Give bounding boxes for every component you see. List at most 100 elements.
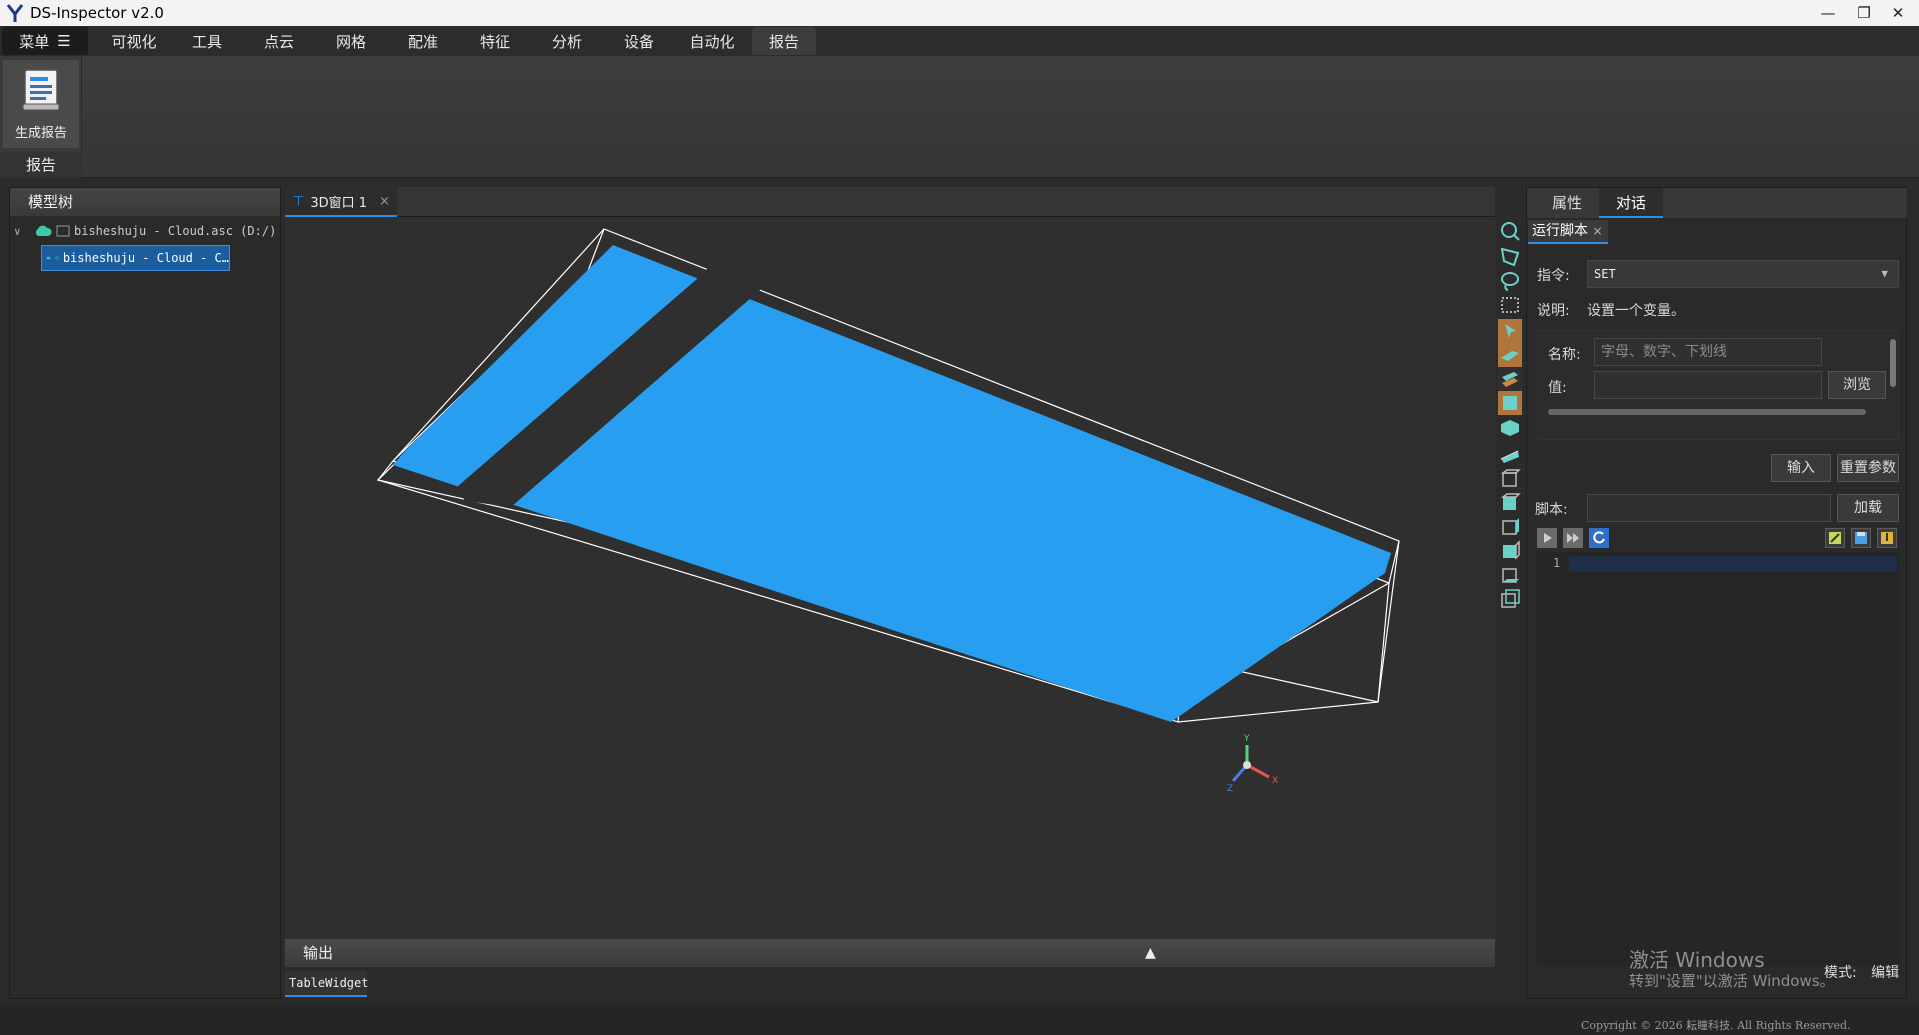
- copyright-text: Copyright © 2026 耘瞳科技. All Rights Reserv…: [1581, 1019, 1851, 1032]
- tab-registration[interactable]: 配准: [388, 27, 458, 55]
- tree-item-child-label: bisheshuju - Cloud - C…: [62, 251, 229, 265]
- tab-dialog[interactable]: 对话: [1599, 188, 1663, 218]
- axis-x-label: X: [1272, 776, 1278, 786]
- left-view-icon[interactable]: [1498, 515, 1522, 539]
- name-label: 名称:: [1548, 347, 1581, 363]
- main-menu-button[interactable]: 菜单 ☰: [2, 27, 88, 55]
- tab-mesh[interactable]: 网格: [316, 27, 386, 55]
- close-subtab-icon[interactable]: ×: [1592, 224, 1602, 238]
- point-cloud-surface: [393, 245, 1391, 722]
- tab-report[interactable]: 报告: [752, 27, 816, 55]
- 3d-viewport[interactable]: Y X Z: [285, 217, 1495, 939]
- chevron-down-icon: ▼: [1881, 267, 1888, 280]
- right-panel-tabs: 属性 对话: [1527, 188, 1907, 218]
- cloud-icon: [35, 225, 52, 236]
- tree-item-child[interactable]: bisheshuju - Cloud - C…: [41, 245, 230, 271]
- bottom-view-icon[interactable]: [1498, 563, 1522, 587]
- right-panel: 属性 对话 运行脚本 × 指令: SET ▼ 说明: 设置一个变量。 名称: 字…: [1526, 187, 1907, 999]
- reset-params-button[interactable]: 重置参数: [1837, 454, 1899, 482]
- value-input[interactable]: [1594, 371, 1822, 399]
- step-icon[interactable]: [1563, 528, 1583, 548]
- script-editor[interactable]: 1: [1537, 552, 1899, 966]
- tree-item-root[interactable]: ∨ bisheshuju - Cloud.asc (D:/): [10, 218, 280, 244]
- output-title: 输出: [303, 944, 334, 962]
- input-button[interactable]: 输入: [1771, 454, 1831, 482]
- tab-properties[interactable]: 属性: [1537, 188, 1597, 218]
- chevron-down-icon[interactable]: ∨: [14, 225, 28, 238]
- output-panel: TableWidget: [285, 967, 1495, 999]
- tab-table-widget[interactable]: TableWidget: [285, 971, 368, 997]
- viewport-tab-bar: ⊤ 3D窗口 1 ×: [285, 187, 1495, 217]
- lasso-select-icon[interactable]: [1498, 269, 1522, 293]
- polygon-select-icon[interactable]: [1498, 245, 1522, 269]
- ribbon: 生成报告 报告: [0, 56, 1919, 178]
- pointer-icon[interactable]: [1498, 319, 1522, 343]
- box-view-icon[interactable]: [1498, 415, 1522, 439]
- expand-triangle-icon[interactable]: ▲: [1145, 939, 1156, 967]
- load-button[interactable]: 加载: [1837, 494, 1899, 522]
- axis-gizmo-icon: Y X Z: [1227, 734, 1278, 794]
- tab-run-script[interactable]: 运行脚本 ×: [1528, 220, 1608, 244]
- run-icon[interactable]: [1537, 528, 1557, 548]
- view-toolbar: [1497, 217, 1523, 677]
- tab-visualization[interactable]: 可视化: [98, 27, 170, 55]
- tab-3d-window-label: 3D窗口 1: [310, 195, 368, 211]
- point-cloud-scene[interactable]: Y X Z: [285, 217, 1495, 939]
- tab-run-script-label: 运行脚本: [1532, 223, 1588, 239]
- mode-value: 编辑: [1871, 965, 1900, 981]
- solid-view-icon[interactable]: [1498, 391, 1522, 415]
- main-menu-label: 菜单: [19, 32, 50, 51]
- rect-select-icon[interactable]: [1498, 293, 1522, 317]
- generate-report-button[interactable]: 生成报告: [3, 60, 79, 148]
- axis-z-label: Z: [1227, 784, 1233, 794]
- report-group-label: 报告: [0, 152, 82, 178]
- script-path-input[interactable]: [1587, 494, 1831, 522]
- title-bar: DS-Inspector v2.0 — ❐ ✕: [0, 0, 1919, 26]
- restore-icon[interactable]: ❐: [1846, 0, 1882, 26]
- tab-tools[interactable]: 工具: [172, 27, 242, 55]
- generate-report-label: 生成报告: [14, 126, 67, 141]
- edit-icon[interactable]: [1825, 528, 1845, 548]
- tab-automation[interactable]: 自动化: [676, 27, 748, 55]
- report-ribbon-group: 生成报告 报告: [0, 56, 82, 178]
- description-label: 说明:: [1537, 303, 1570, 319]
- cloud-icon: [46, 256, 51, 260]
- close-tab-icon[interactable]: ×: [379, 194, 390, 209]
- tree-item-root-label: bisheshuju - Cloud.asc (D:/): [74, 224, 277, 238]
- refresh-icon[interactable]: [1589, 528, 1609, 548]
- menu-bar: 菜单 ☰ 可视化 工具 点云 网格 配准 特征 分析 设备 自动化 报告: [0, 26, 1919, 56]
- plane-view-icon[interactable]: [1498, 343, 1522, 367]
- minimize-icon[interactable]: —: [1810, 0, 1846, 26]
- export-icon[interactable]: [1877, 528, 1897, 548]
- line-number: 1: [1553, 556, 1561, 570]
- parameters-area: 名称: 字母、数字、下划线 值: 浏览: [1537, 330, 1899, 440]
- right-view-icon[interactable]: [1498, 539, 1522, 563]
- back-view-icon[interactable]: [1498, 491, 1522, 515]
- save-icon[interactable]: [1851, 528, 1871, 548]
- app-logo-icon: [6, 4, 24, 22]
- top-view-icon[interactable]: [1498, 443, 1522, 467]
- tab-devices[interactable]: 设备: [604, 27, 674, 55]
- horizontal-scrollbar[interactable]: [1548, 409, 1866, 415]
- zoom-fit-icon[interactable]: [1498, 219, 1522, 243]
- tab-3d-window[interactable]: ⊤ 3D窗口 1 ×: [285, 187, 397, 217]
- mode-label: 模式:: [1824, 965, 1857, 981]
- command-label: 指令:: [1537, 268, 1570, 284]
- tab-analysis[interactable]: 分析: [532, 27, 602, 55]
- model-tree-panel: 模型树 ∨ bisheshuju - Cloud.asc (D:/) bishe…: [9, 187, 281, 999]
- description-text: 设置一个变量。: [1587, 303, 1685, 319]
- activation-watermark-text: 转到"设置"以激活 Windows。: [1629, 972, 1835, 990]
- mode-indicator: 模式: 编辑: [1824, 962, 1899, 982]
- pin-icon: ⊤: [293, 193, 305, 209]
- browse-button[interactable]: 浏览: [1828, 371, 1886, 399]
- tab-point-cloud[interactable]: 点云: [244, 27, 314, 55]
- layer-view-icon[interactable]: [1498, 367, 1522, 391]
- tab-features[interactable]: 特征: [460, 27, 530, 55]
- close-icon[interactable]: ✕: [1880, 0, 1916, 26]
- iso-view-icon[interactable]: [1498, 587, 1522, 611]
- name-input[interactable]: 字母、数字、下划线: [1594, 338, 1822, 366]
- script-label: 脚本:: [1535, 502, 1568, 518]
- vertical-scrollbar[interactable]: [1890, 339, 1896, 387]
- command-select[interactable]: SET ▼: [1587, 260, 1899, 288]
- front-view-icon[interactable]: [1498, 467, 1522, 491]
